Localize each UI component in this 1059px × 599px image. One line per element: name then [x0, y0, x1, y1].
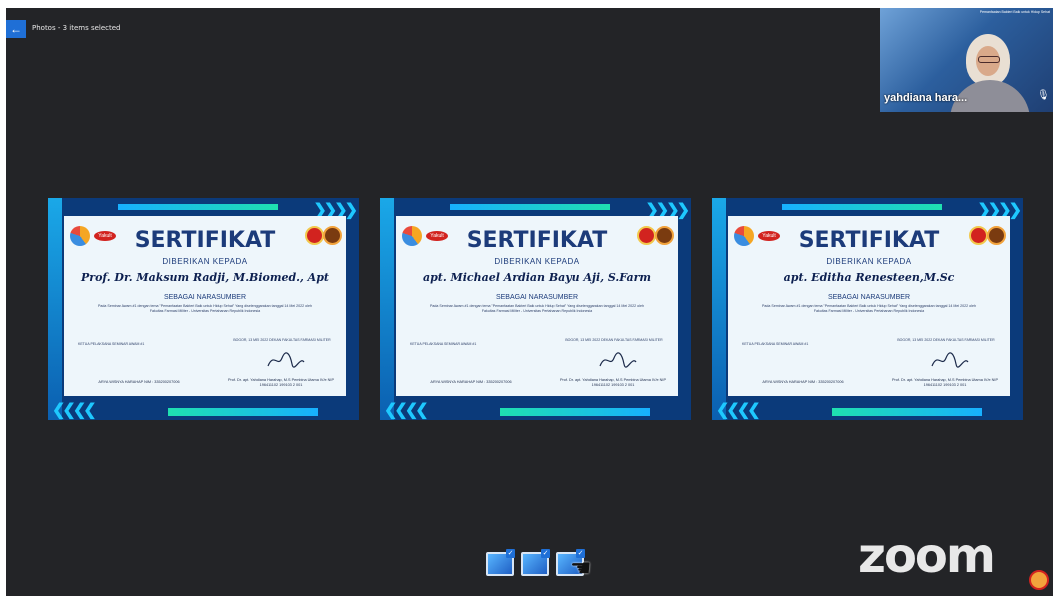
cert-recipient-name: apt. Editha Renesteen,M.Sc — [783, 271, 955, 284]
cert-frame-stripe — [712, 198, 726, 420]
cert-heading: SERTIFIKAT — [134, 228, 276, 253]
cert-accent-bar-bottom — [168, 408, 318, 416]
hand-cursor-icon: ☚ — [570, 555, 592, 582]
back-button[interactable]: ← — [6, 20, 26, 38]
cert-role: SEBAGAI NARASUMBER — [827, 294, 911, 301]
participant-name: yahdiana hara... — [884, 92, 968, 104]
cert-accent-bar — [118, 204, 278, 210]
participant-glasses — [978, 56, 1000, 63]
university-seal-icon — [1029, 570, 1049, 590]
cert-accent-bar-bottom — [832, 408, 982, 416]
certificate-body: Yakult SERTIFIKAT DIBERIKAN KEPADA apt. … — [728, 216, 1010, 396]
cert-sig-left-name: ARYA WISNYA HARAHAP NIM : 335200207006 — [98, 380, 180, 384]
arrow-left-icon: ← — [10, 22, 22, 36]
cert-sig-left-title: KETUA PELAKSANA SEMINAR AWAM #1 — [78, 342, 145, 346]
thumbnail-1[interactable]: ✓ — [486, 549, 515, 576]
check-icon: ✓ — [541, 549, 550, 558]
cert-sig-left-title: KETUA PELAKSANA SEMINAR AWAM #1 — [742, 342, 809, 346]
certificate-card-3[interactable]: ❯❯❯❯ Yakult SERTIFIKAT DIBERIKAN KEPADA … — [712, 198, 1023, 420]
chevrons-left-icon: ❮❮❮❮ — [384, 402, 429, 419]
certificate-card-2[interactable]: ❯❯❯❯ Yakult SERTIFIKAT DIBERIKAN KEPADA … — [380, 198, 691, 420]
certificate-body: Yakult SERTIFIKAT DIBERIKAN KEPADA Prof.… — [64, 216, 346, 396]
chevrons-left-icon: ❮❮❮❮ — [716, 402, 761, 419]
cert-recipient-name: apt. Michael Ardian Bayu Aji, S.Farm — [422, 271, 652, 284]
cert-description: Pada Seminar Awam #1 dengan tema "Pemanf… — [98, 304, 312, 313]
cert-heading: SERTIFIKAT — [798, 228, 940, 253]
participant-video-tile[interactable]: Pemanfaatan Bakteri Baik untuk Hidup Seh… — [880, 8, 1053, 112]
chevrons-left-icon: ❮❮❮❮ — [52, 402, 97, 419]
cert-accent-bar — [450, 204, 610, 210]
cert-description: Pada Seminar Awam #1 dengan tema "Pemanf… — [762, 304, 976, 313]
cert-given-to: DIBERIKAN KEPADA — [494, 257, 580, 266]
cert-heading: SERTIFIKAT — [466, 228, 608, 253]
cert-given-to: DIBERIKAN KEPADA — [826, 257, 912, 266]
check-icon: ✓ — [506, 549, 515, 558]
signature-scribble — [931, 352, 969, 368]
certificate-card-1[interactable]: ❯❯❯❯ Yakult SERTIFIKAT DIBERIKAN KEPADA … — [48, 198, 359, 420]
cert-role: SEBAGAI NARASUMBER — [163, 294, 247, 301]
screen-share-stage: ← Photos - 3 items selected Pemanfaatan … — [6, 8, 1053, 596]
microphone-icon: 🎙 — [1037, 90, 1050, 101]
cert-description: Pada Seminar Awam #1 dengan tema "Pemanf… — [430, 304, 644, 313]
cert-role: SEBAGAI NARASUMBER — [495, 294, 579, 301]
cert-accent-bar — [782, 204, 942, 210]
selection-title: Photos - 3 items selected — [32, 24, 121, 32]
cert-sig-right-name: Prof. Dr. apt. Yahdiana Harahap, M.S Pem… — [227, 378, 334, 387]
signature-scribble — [599, 352, 637, 368]
cert-sig-left-name: ARYA WISNYA HARAHAP NIM : 335200207006 — [430, 380, 512, 384]
cert-sig-left-name: ARYA WISNYA HARAHAP NIM : 335200207006 — [762, 380, 844, 384]
cert-given-to: DIBERIKAN KEPADA — [162, 257, 248, 266]
zoom-logo: zoom — [858, 528, 996, 584]
signature-scribble — [267, 352, 305, 368]
cert-recipient-name: Prof. Dr. Maksum Radji, M.Biomed., Apt — [81, 271, 329, 284]
video-banner-text: Pemanfaatan Bakteri Baik untuk Hidup Seh… — [979, 10, 1050, 14]
cert-frame-stripe — [48, 198, 62, 420]
cert-sig-left-title: KETUA PELAKSANA SEMINAR AWAM #1 — [410, 342, 477, 346]
thumbnail-2[interactable]: ✓ — [521, 549, 550, 576]
cert-sig-right-name: Prof. Dr. apt. Yahdiana Harahap, M.S Pem… — [559, 378, 666, 387]
cert-sig-right-title: BOGOR, 13 MEI 2022 DEKAN FAKULTAS FARMAS… — [897, 338, 995, 342]
cert-accent-bar-bottom — [500, 408, 650, 416]
cert-sig-right-name: Prof. Dr. apt. Yahdiana Harahap, M.S Pem… — [891, 378, 998, 387]
cert-sig-right-title: BOGOR, 13 MEI 2022 DEKAN FAKULTAS FARMAS… — [565, 338, 663, 342]
certificate-body: Yakult SERTIFIKAT DIBERIKAN KEPADA apt. … — [396, 216, 678, 396]
cert-frame-stripe — [380, 198, 394, 420]
cert-sig-right-title: BOGOR, 13 MEI 2022 DEKAN FAKULTAS FARMAS… — [233, 338, 331, 342]
